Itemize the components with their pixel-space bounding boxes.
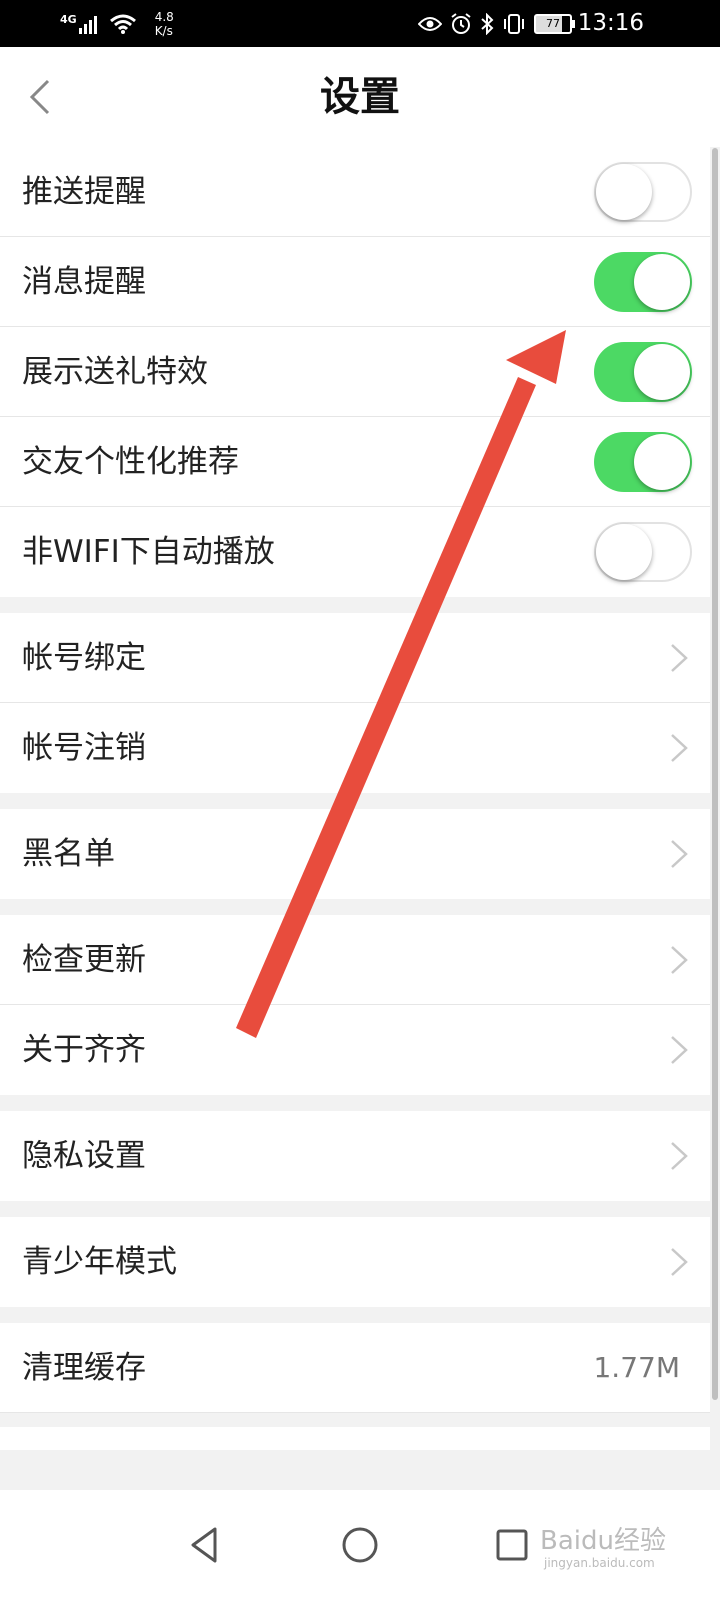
nav-home-icon[interactable] xyxy=(338,1523,382,1567)
section-divider xyxy=(0,597,710,613)
bluetooth-icon xyxy=(481,12,494,35)
battery-level: 77 xyxy=(546,16,560,30)
clear-cache-label: 清理缓存 xyxy=(22,1350,146,1386)
list-footer xyxy=(0,1427,710,1450)
privacy-settings-label: 隐私设置 xyxy=(22,1138,146,1174)
section-divider xyxy=(0,1095,710,1111)
privacy-settings-item[interactable]: 隐私设置 xyxy=(0,1111,710,1201)
toggle-knob xyxy=(634,344,690,400)
chevron-right-icon xyxy=(671,734,688,762)
personalized-recommend-toggle[interactable] xyxy=(594,432,692,492)
account-cancel-item[interactable]: 帐号注销 xyxy=(0,703,710,793)
setting-personalized-recommend: 交友个性化推荐 xyxy=(0,417,710,507)
toggle-knob xyxy=(596,164,652,220)
blacklist-item[interactable]: 黑名单 xyxy=(0,809,710,899)
chevron-right-icon xyxy=(671,946,688,974)
autoplay-non-wifi-toggle[interactable] xyxy=(594,522,692,582)
push-reminder-toggle[interactable] xyxy=(594,162,692,222)
setting-label: 推送提醒 xyxy=(22,174,146,210)
setting-label: 消息提醒 xyxy=(22,264,146,300)
toggle-knob xyxy=(596,524,652,580)
setting-label: 展示送礼特效 xyxy=(22,354,208,390)
setting-gift-effects: 展示送礼特效 xyxy=(0,327,710,417)
chevron-right-icon xyxy=(671,644,688,672)
section-divider xyxy=(0,1307,710,1323)
speed-unit: K/s xyxy=(154,23,173,38)
wifi-icon xyxy=(109,14,136,34)
page-title: 设置 xyxy=(320,74,400,120)
battery-icon: 77 xyxy=(534,13,575,34)
account-cancel-label: 帐号注销 xyxy=(22,730,146,766)
clear-cache-item[interactable]: 清理缓存 1.77M xyxy=(0,1323,710,1413)
chevron-right-icon xyxy=(671,1142,688,1170)
setting-label: 交友个性化推荐 xyxy=(22,444,239,480)
watermark: Baidu经验 jingyan.baidu.com xyxy=(540,1520,710,1580)
chevron-right-icon xyxy=(671,840,688,868)
network-type: 4G xyxy=(60,12,77,26)
cache-size: 1.77M xyxy=(593,1351,680,1384)
blacklist-label: 黑名单 xyxy=(22,836,115,872)
vibrate-icon xyxy=(504,13,524,34)
scrollbar[interactable] xyxy=(712,148,718,1400)
section-divider xyxy=(0,793,710,809)
nav-recent-apps-icon[interactable] xyxy=(490,1523,534,1567)
setting-push-reminder: 推送提醒 xyxy=(0,147,710,237)
speed-value: 4.8 xyxy=(154,9,174,24)
toggle-knob xyxy=(634,434,690,490)
about-label: 关于齐齐 xyxy=(22,1032,146,1068)
header: 设置 xyxy=(0,47,720,147)
gift-effects-toggle[interactable] xyxy=(594,342,692,402)
setting-label: 非WIFI下自动播放 xyxy=(22,534,275,570)
section-divider xyxy=(0,899,710,915)
setting-autoplay-non-wifi: 非WIFI下自动播放 xyxy=(0,507,710,597)
toggle-knob xyxy=(634,254,690,310)
settings-list: 推送提醒 消息提醒 展示送礼特效 交友个性化推荐 非WIFI下自动播放 帐号绑定… xyxy=(0,147,710,1413)
message-reminder-toggle[interactable] xyxy=(594,252,692,312)
watermark-brand: Baidu经验 xyxy=(540,1526,666,1556)
clock: 13:16 xyxy=(577,10,644,36)
check-update-label: 检查更新 xyxy=(22,942,146,978)
alarm-icon xyxy=(451,12,471,34)
signal-indicator: 4G xyxy=(60,12,101,34)
account-binding-label: 帐号绑定 xyxy=(22,640,146,676)
network-speed: 4.8 K/s xyxy=(155,10,174,38)
nav-back-icon[interactable] xyxy=(183,1523,227,1567)
chevron-right-icon xyxy=(671,1036,688,1064)
youth-mode-item[interactable]: 青少年模式 xyxy=(0,1217,710,1307)
youth-mode-label: 青少年模式 xyxy=(22,1244,177,1280)
signal-icon xyxy=(78,15,97,34)
about-item[interactable]: 关于齐齐 xyxy=(0,1005,710,1095)
setting-message-reminder: 消息提醒 xyxy=(0,237,710,327)
check-update-item[interactable]: 检查更新 xyxy=(0,915,710,1005)
section-divider xyxy=(0,1201,710,1217)
account-binding-item[interactable]: 帐号绑定 xyxy=(0,613,710,703)
chevron-right-icon xyxy=(671,1248,688,1276)
watermark-url: jingyan.baidu.com xyxy=(544,1556,655,1570)
eye-icon xyxy=(418,16,442,31)
status-bar: 4G 4.8 K/s 77 13:16 xyxy=(0,0,720,47)
